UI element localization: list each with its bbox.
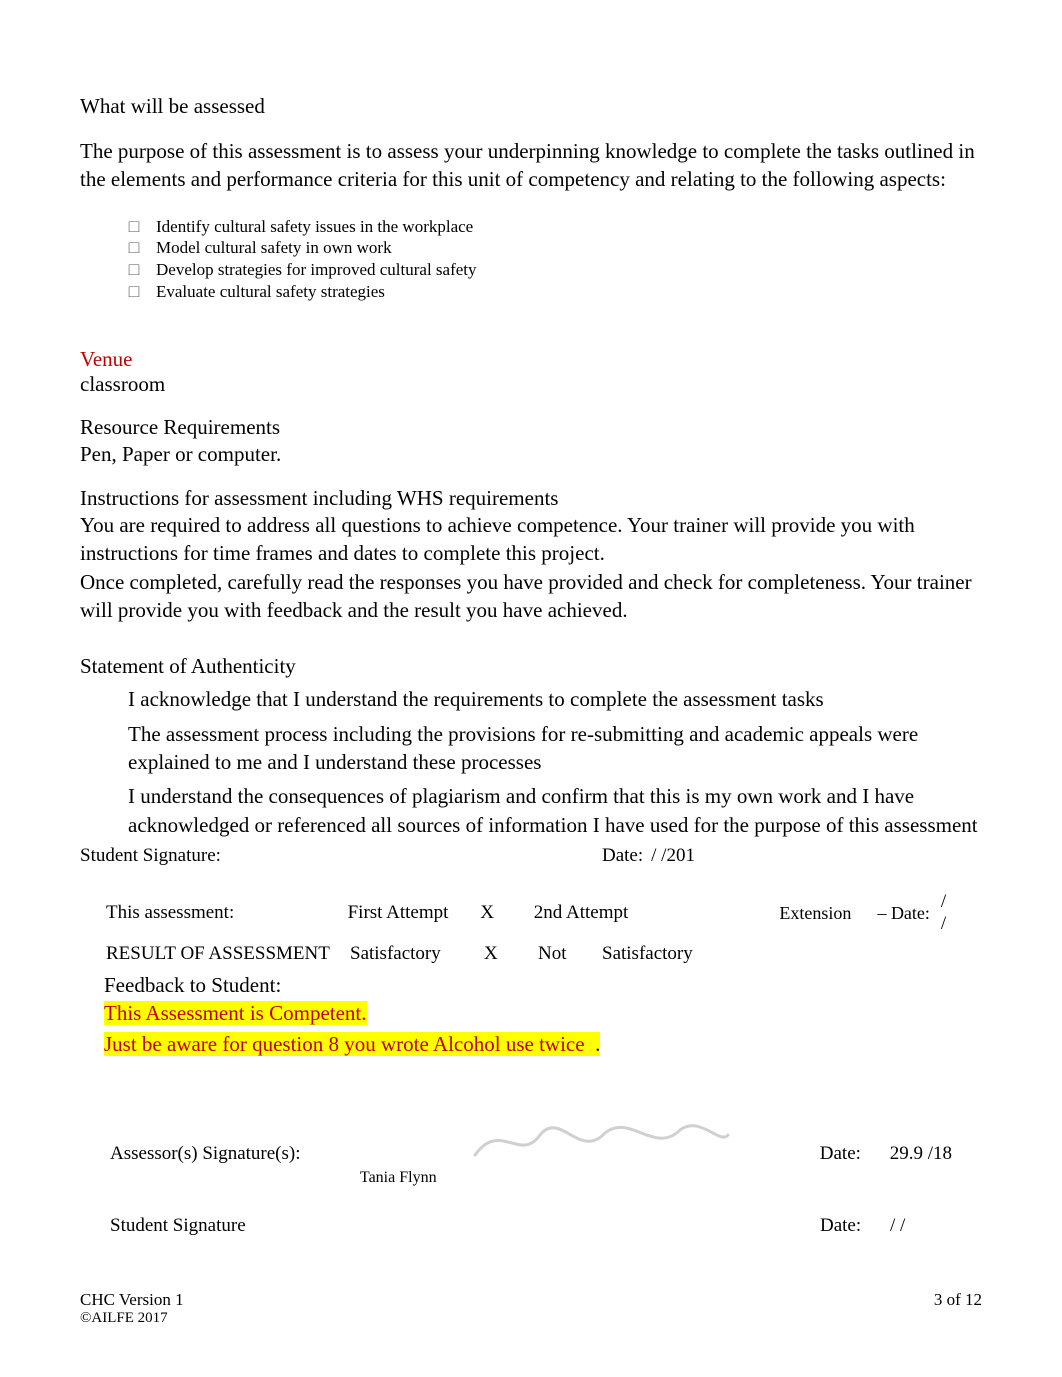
student-signature-row: Student Signature: Date: / /201 <box>80 845 982 867</box>
feedback-label: Feedback to Student: <box>104 973 958 998</box>
footer-page-number: 3 of 12 <box>934 1290 982 1327</box>
section-resources: Resource Requirements Pen, Paper or comp… <box>80 415 982 468</box>
page-footer: CHC Version 1 ©AILFE 2017 3 of 12 <box>80 1290 982 1327</box>
date-value: / / <box>890 1215 905 1237</box>
bullet-text: Evaluate cultural safety strategies <box>156 281 385 302</box>
bullet-item: 🞎 Evaluate cultural safety strategies <box>128 281 982 303</box>
resources-value: Pen, Paper or computer. <box>80 440 982 468</box>
assessment-row-attempt: This assessment: First Attempt X 2nd Att… <box>86 887 976 939</box>
cell-2nd-attempt: 2nd Attempt <box>534 902 653 924</box>
body-what-assessed: The purpose of this assessment is to ass… <box>80 123 982 194</box>
venue-label: Venue <box>80 347 982 372</box>
venue-value: classroom <box>80 372 982 397</box>
bullet-icon: 🞎 <box>128 219 156 238</box>
assessor-name: Tania Flynn <box>360 1169 437 1187</box>
footer-copyright: ©AILFE 2017 <box>80 1310 184 1327</box>
feedback-line-2: Just be aware for question 8 you wrote A… <box>104 1032 585 1056</box>
student-signature-label: Student Signature: <box>80 845 602 867</box>
cell-satisfactory: Satisfactory <box>350 943 480 965</box>
soa-item: I acknowledge that I understand the requ… <box>128 685 982 713</box>
cell-extension: Extension <box>779 903 873 924</box>
footer-version: CHC Version 1 <box>80 1290 184 1310</box>
instructions-p2: Once completed, carefully read the respo… <box>80 568 982 625</box>
date-label: Date: <box>820 1215 890 1237</box>
cell-first-attempt: First Attempt <box>348 902 477 924</box>
bullet-icon: 🞎 <box>128 262 156 281</box>
bullet-icon: 🞎 <box>128 240 156 259</box>
bullet-item: 🞎 Identify cultural safety issues in the… <box>128 216 982 238</box>
cell-label: RESULT OF ASSESSMENT <box>106 943 346 965</box>
cell-x: X <box>484 943 534 965</box>
section-what-assessed: What will be assessed The purpose of thi… <box>80 90 982 323</box>
signature-scribble-icon <box>470 1115 730 1167</box>
feedback-line-1: This Assessment is Competent. <box>104 1001 367 1025</box>
assessment-grid: This assessment: First Attempt X 2nd Att… <box>80 887 982 1263</box>
cell-date-value: / / <box>941 891 956 935</box>
date-value: / /201 <box>651 845 695 867</box>
student-signature-row-2: Student Signature Date: / / <box>110 1189 952 1263</box>
student-signature-area <box>360 1193 820 1259</box>
bullet-text: Model cultural safety in own work <box>156 237 392 258</box>
bullet-item: 🞎 Develop strategies for improved cultur… <box>128 259 982 281</box>
date-value: 29.9 /18 <box>890 1143 952 1165</box>
assessor-signature-row: Assessor(s) Signature(s): Tania Flynn Da… <box>110 1119 952 1189</box>
heading-instructions: Instructions for assessment including WH… <box>80 486 982 511</box>
assessor-signature-block: Assessor(s) Signature(s): Tania Flynn Da… <box>86 1119 976 1263</box>
assessment-row-result: RESULT OF ASSESSMENT Satisfactory X Not … <box>86 939 976 969</box>
feedback-dot <box>585 1032 596 1056</box>
cell-label: This assessment: <box>106 902 344 924</box>
cell-not: Not <box>538 943 598 965</box>
heading-what-assessed: What will be assessed <box>80 90 982 123</box>
assessor-signature-area: Tania Flynn <box>360 1121 820 1187</box>
bullet-text: Identify cultural safety issues in the w… <box>156 216 473 237</box>
cell-satisfactory-2: Satisfactory <box>602 943 782 965</box>
heading-soa: Statement of Authenticity <box>80 654 982 679</box>
cell-date-label: – Date: <box>877 903 936 924</box>
section-instructions: Instructions for assessment including WH… <box>80 486 982 624</box>
feedback-block: Feedback to Student: This Assessment is … <box>86 969 976 1087</box>
soa-list: I acknowledge that I understand the requ… <box>80 685 982 839</box>
bullet-item: 🞎 Model cultural safety in own work <box>128 237 982 259</box>
instructions-p1: You are required to address all question… <box>80 511 982 568</box>
bullet-list: 🞎 Identify cultural safety issues in the… <box>80 194 982 323</box>
date-label: Date: <box>820 1143 890 1165</box>
assessor-signature-label: Assessor(s) Signature(s): <box>110 1143 360 1165</box>
cell-x: X <box>480 902 530 924</box>
soa-item: I understand the consequences of plagiar… <box>128 782 982 839</box>
bullet-text: Develop strategies for improved cultural… <box>156 259 477 280</box>
bullet-icon: 🞎 <box>128 284 156 303</box>
heading-resources: Resource Requirements <box>80 415 982 440</box>
student-signature-label-2: Student Signature <box>110 1215 360 1237</box>
soa-item: The assessment process including the pro… <box>128 720 982 777</box>
feedback-dot-mark: . <box>595 1032 600 1056</box>
date-label: Date: <box>602 845 643 867</box>
